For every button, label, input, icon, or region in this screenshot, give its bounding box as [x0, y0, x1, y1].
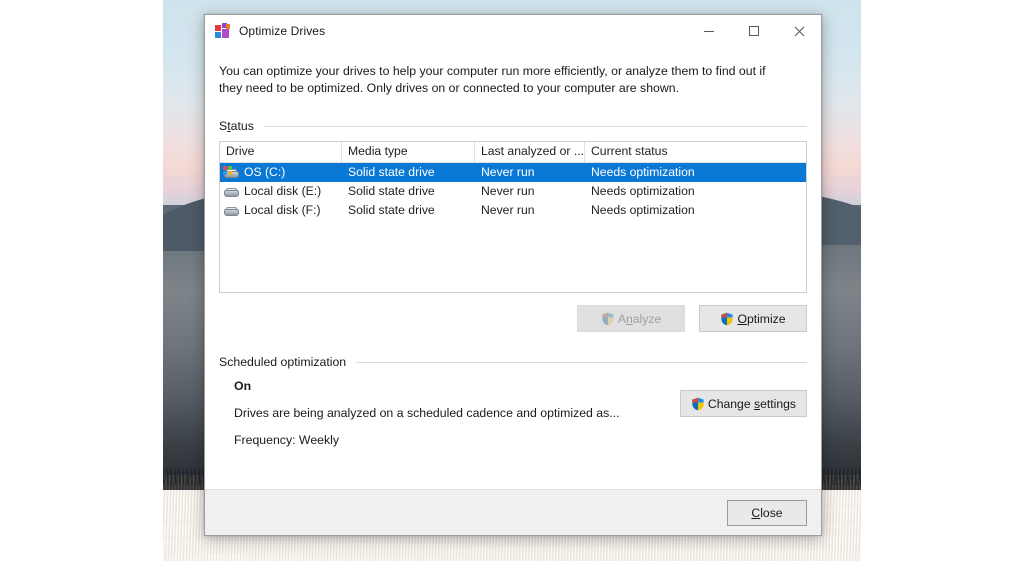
optimize-drives-window: Optimize Drives You can optimize your dr… [204, 14, 822, 536]
close-window-button[interactable] [776, 15, 821, 47]
minimize-icon [703, 30, 714, 32]
cell-media: Solid state drive [348, 165, 435, 179]
optimize-button[interactable]: Optimize [699, 305, 807, 332]
cell-media: Solid state drive [348, 184, 435, 198]
change-settings-suffix: ettings [760, 396, 796, 411]
cell-drive: Local disk (F:) [220, 201, 342, 220]
window-title: Optimize Drives [239, 24, 326, 38]
letterbox-right [861, 0, 1024, 561]
maximize-button[interactable] [731, 15, 776, 47]
desktop-screen: Optimize Drives You can optimize your dr… [0, 0, 1024, 561]
window-footer: Close [205, 489, 821, 535]
cell-status: Needs optimization [591, 165, 695, 179]
drive-name: Local disk (E:) [244, 184, 322, 198]
status-group-rule [263, 125, 807, 127]
status-group-label: Status [219, 119, 254, 133]
drive-name: OS (C:) [244, 165, 286, 179]
table-row[interactable]: Local disk (F:) Solid state drive Never … [220, 201, 806, 220]
column-header-last[interactable]: Last analyzed or ... [475, 142, 585, 162]
cell-last: Never run [481, 184, 535, 198]
optimize-label: Optimize [737, 312, 785, 326]
analyze-label-suffix: alyze [632, 311, 662, 326]
close-icon [793, 26, 804, 37]
letterbox-left [0, 0, 163, 561]
maximize-icon [748, 26, 759, 36]
scheduled-body: On Drives are being analyzed on a schedu… [219, 379, 807, 447]
column-header-drive[interactable]: Drive [220, 142, 342, 162]
drive-icon [223, 204, 240, 217]
analyze-label-prefix: A [617, 311, 626, 326]
window-titlebar[interactable]: Optimize Drives [205, 15, 821, 47]
change-settings-label: Change settings [708, 397, 796, 411]
cell-drive: OS (C:) [220, 163, 342, 182]
change-settings-prefix: Change [707, 396, 754, 411]
column-header-status[interactable]: Current status [585, 142, 806, 162]
column-header-media[interactable]: Media type [342, 142, 475, 162]
uac-shield-icon [602, 312, 614, 325]
drive-name: Local disk (F:) [244, 203, 321, 217]
window-controls [686, 15, 821, 47]
change-settings-button[interactable]: Change settings [679, 390, 807, 417]
status-label-suffix: atus [230, 119, 254, 133]
analyze-button[interactable]: Analyze [577, 305, 685, 332]
defrag-icon [215, 23, 231, 39]
intro-text: You can optimize your drives to help you… [219, 64, 766, 95]
close-label-suffix: lose [760, 505, 783, 520]
uac-shield-icon [692, 397, 704, 410]
optimize-label-suffix: ptimize [746, 311, 786, 326]
close-label-accesskey: C [751, 505, 761, 520]
optimize-label-accesskey: O [737, 311, 747, 326]
close-button-label: Close [751, 506, 782, 520]
drives-listview[interactable]: Drive Media type Last analyzed or ... Cu… [219, 141, 807, 293]
scheduled-group-rule [356, 361, 807, 363]
change-settings-wrap: Change settings [679, 390, 807, 417]
analyze-label: Analyze [618, 312, 661, 326]
cell-status: Needs optimization [591, 203, 695, 217]
cell-media: Solid state drive [348, 203, 435, 217]
drive-actions: Analyze Optimize [219, 305, 807, 332]
close-button[interactable]: Close [727, 499, 807, 526]
drives-table-header: Drive Media type Last analyzed or ... Cu… [220, 142, 806, 163]
scheduled-group-label: Scheduled optimization [219, 355, 347, 369]
cell-drive: Local disk (E:) [220, 182, 342, 201]
uac-shield-icon [721, 312, 734, 325]
window-body: You can optimize your drives to help you… [205, 47, 821, 489]
status-label-prefix: S [219, 119, 228, 133]
system-drive-icon [223, 166, 240, 179]
schedule-frequency: Frequency: Weekly [234, 433, 340, 447]
status-group-header: Status [219, 119, 807, 133]
cell-last: Never run [481, 203, 535, 217]
cell-status: Needs optimization [591, 184, 695, 198]
table-row[interactable]: Local disk (E:) Solid state drive Never … [220, 182, 806, 201]
scheduled-group-header: Scheduled optimization [219, 355, 807, 369]
table-row[interactable]: OS (C:) Solid state drive Never run Need… [220, 163, 806, 182]
analyze-label-accesskey: n [625, 311, 633, 326]
cell-last: Never run [481, 165, 535, 179]
minimize-button[interactable] [686, 15, 731, 47]
drive-icon [223, 185, 240, 198]
